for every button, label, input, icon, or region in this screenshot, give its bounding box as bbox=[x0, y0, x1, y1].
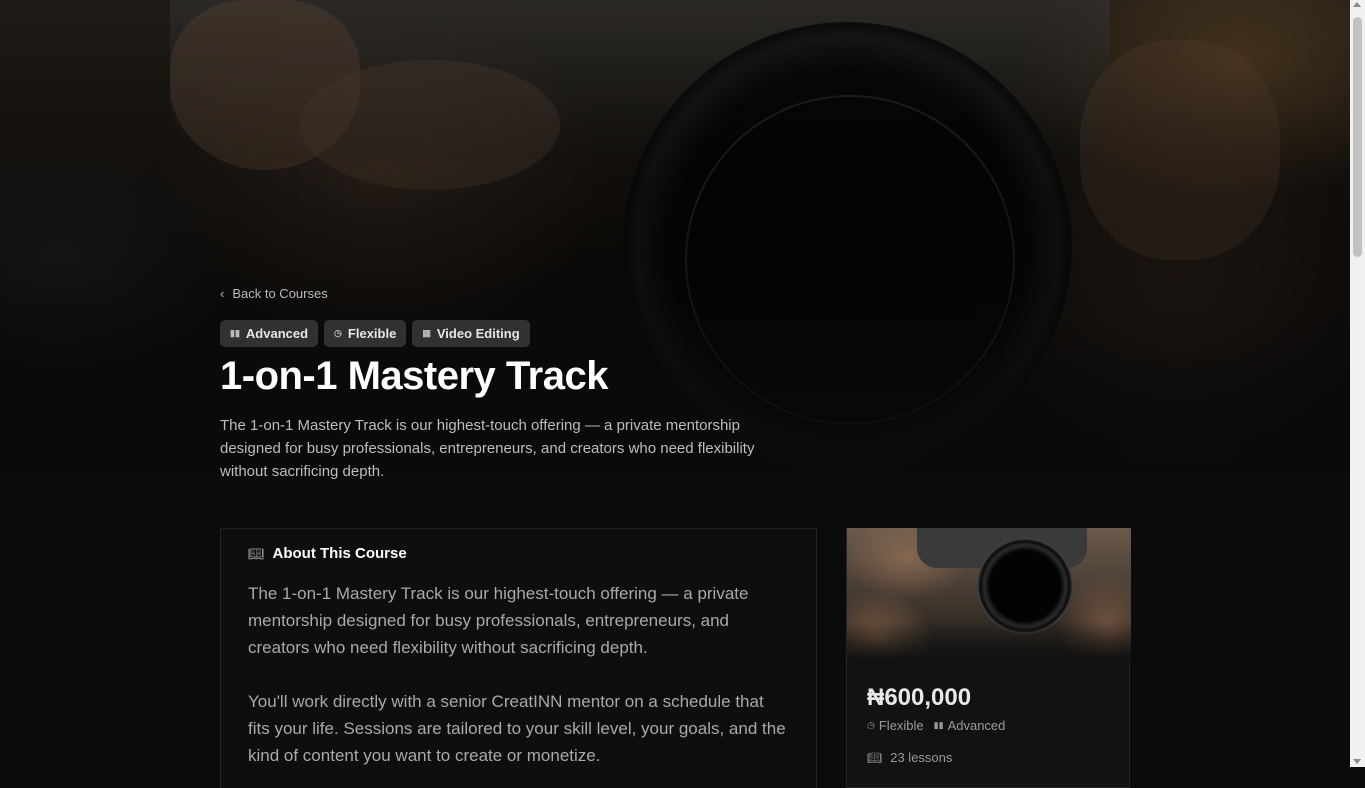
meta-level: ▮▮ Advanced bbox=[934, 718, 1006, 733]
tag-category: ▦ Video Editing bbox=[412, 320, 530, 347]
meta-schedule-label: Flexible bbox=[878, 718, 924, 733]
thumbnail-shade bbox=[847, 620, 1131, 660]
about-paragraph: You'll work directly with a senior Creat… bbox=[248, 692, 786, 765]
enroll-card: ₦600,000 ◷ Flexible ▮▮ Advanced 📖︎ 23 le… bbox=[846, 528, 1131, 788]
meta-schedule: ◷ Flexible bbox=[867, 718, 924, 733]
grid-icon: ▦ bbox=[422, 328, 431, 338]
page-scrollbar[interactable] bbox=[1350, 0, 1365, 767]
tag-label: Video Editing bbox=[436, 326, 520, 341]
course-lead: The 1-on-1 Mastery Track is our highest-… bbox=[220, 417, 755, 480]
course-tags: ▮▮ Advanced ◷ Flexible ▦ Video Editing bbox=[220, 320, 530, 347]
about-header: 📖︎ About This Course bbox=[248, 545, 407, 562]
bar-chart-icon: ▮▮ bbox=[230, 328, 240, 338]
course-meta: ◷ Flexible ▮▮ Advanced bbox=[867, 718, 1005, 733]
bar-chart-icon: ▮▮ bbox=[933, 720, 944, 730]
tag-label: Advanced bbox=[245, 326, 309, 341]
clock-icon: ◷ bbox=[334, 328, 342, 338]
about-heading: About This Course bbox=[272, 545, 407, 562]
book-icon: 📖︎ bbox=[248, 545, 265, 561]
scroll-up-arrow[interactable] bbox=[1353, 2, 1361, 7]
page-title: 1-on-1 Mastery Track bbox=[220, 354, 608, 398]
lessons-count: 📖︎ 23 lessons bbox=[867, 750, 952, 765]
course-price: ₦600,000 bbox=[867, 684, 972, 711]
book-icon: 📖︎ bbox=[867, 750, 883, 765]
tag-label: Flexible bbox=[347, 326, 397, 341]
clock-icon: ◷ bbox=[867, 720, 875, 730]
back-to-courses-link[interactable]: ‹ Back to Courses bbox=[220, 286, 328, 301]
about-section: 📖︎ About This Course The 1-on-1 Mastery … bbox=[220, 528, 817, 788]
scroll-down-arrow[interactable] bbox=[1353, 759, 1361, 764]
back-link-label: Back to Courses bbox=[232, 286, 328, 301]
scrollbar-thumb[interactable] bbox=[1353, 17, 1362, 257]
chevron-left-icon: ‹ bbox=[220, 286, 225, 301]
tag-level: ▮▮ Advanced bbox=[220, 320, 319, 347]
lessons-label: 23 lessons bbox=[890, 750, 953, 765]
meta-level-label: Advanced bbox=[947, 718, 1006, 733]
tag-schedule: ◷ Flexible bbox=[324, 320, 407, 347]
course-thumbnail bbox=[847, 528, 1131, 660]
about-paragraph: The 1-on-1 Mastery Track is our highest-… bbox=[248, 584, 749, 657]
